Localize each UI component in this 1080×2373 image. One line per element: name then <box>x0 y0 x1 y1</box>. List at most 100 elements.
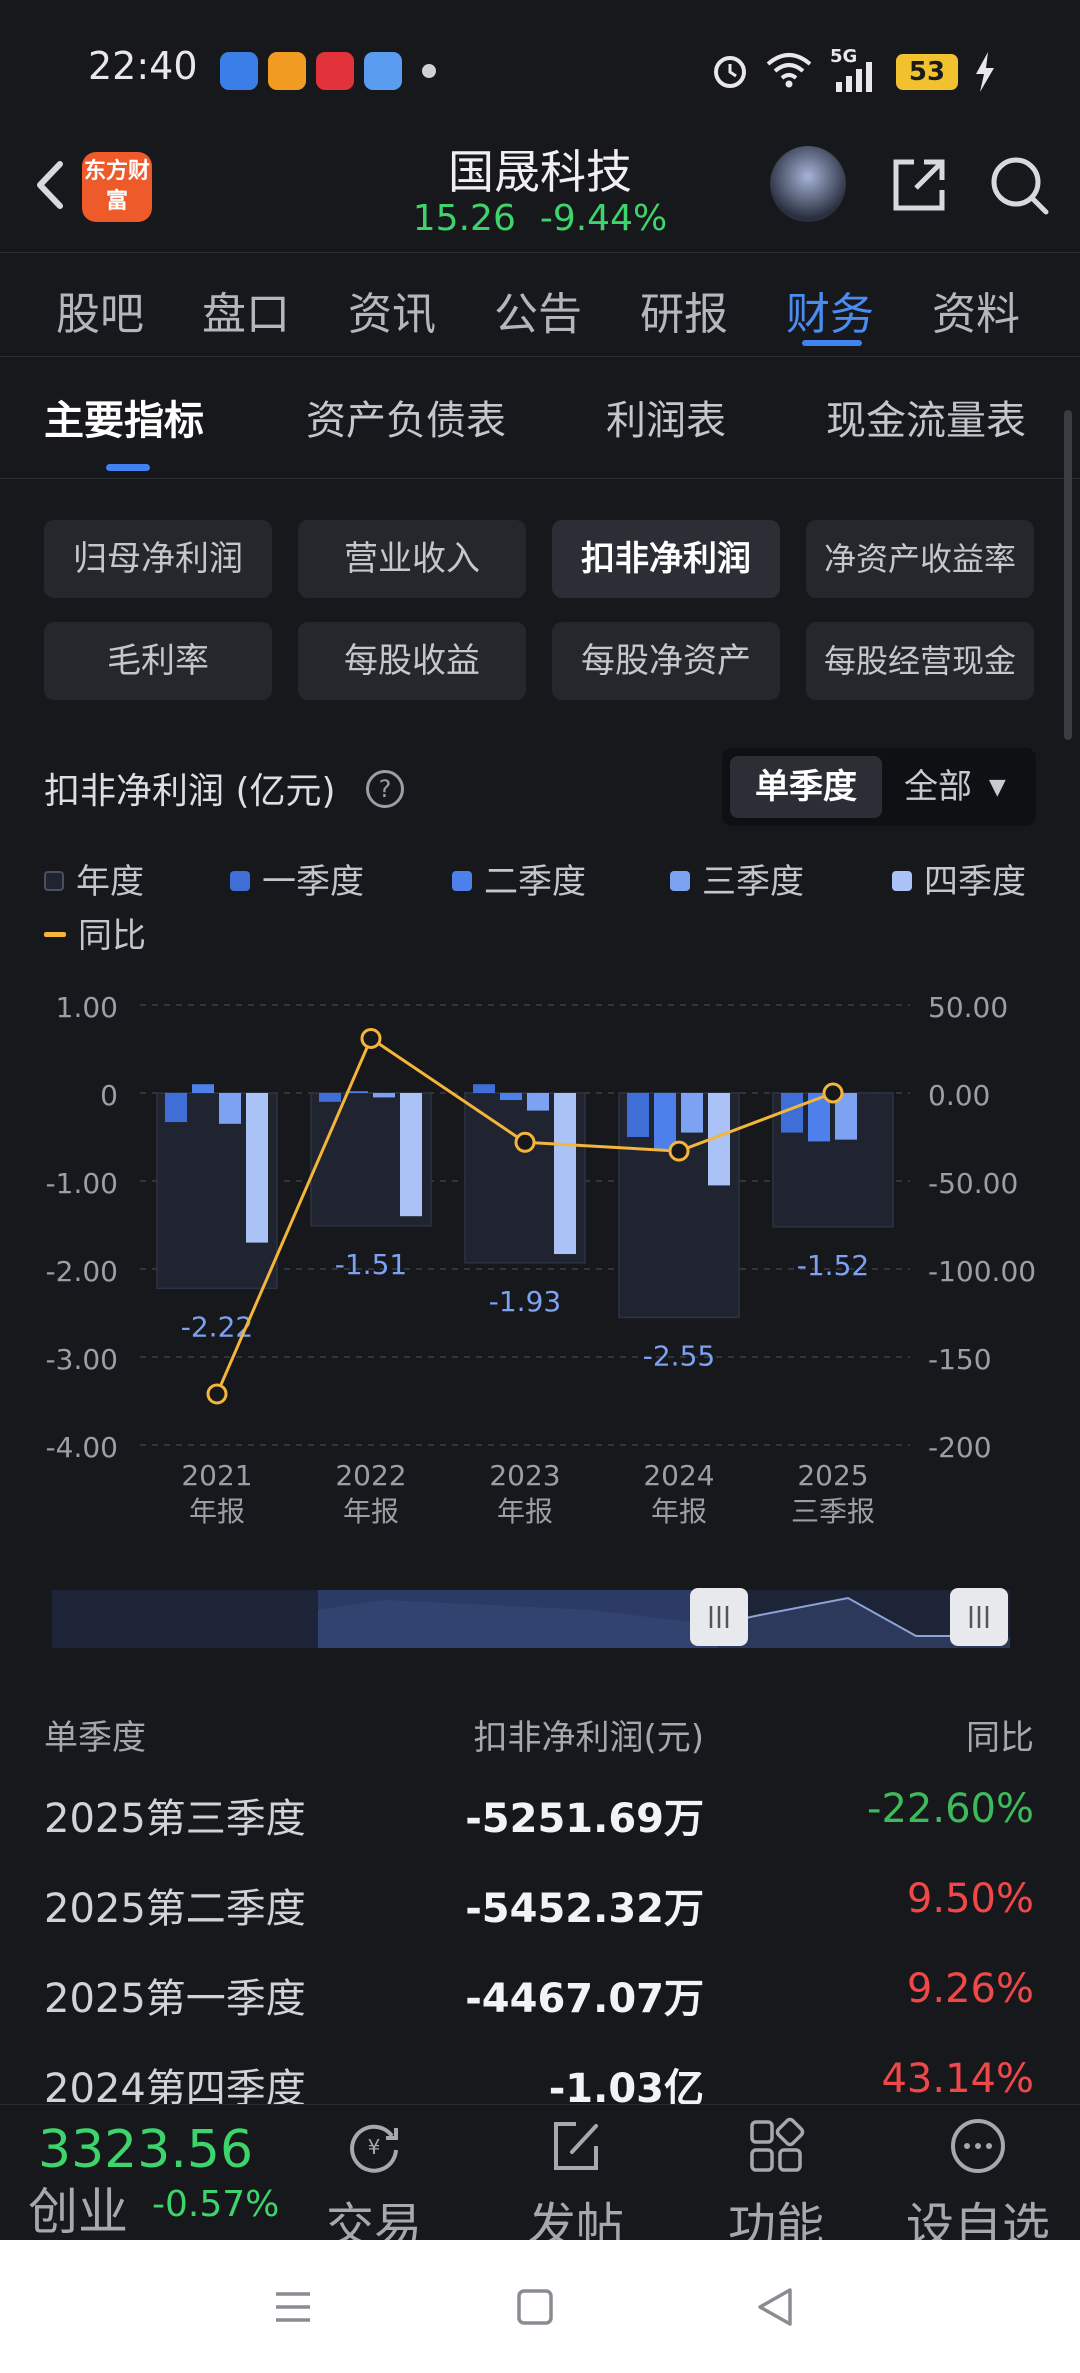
index-ticker[interactable]: 3323.56 创业 -0.57% <box>0 2104 320 2241</box>
subtab-income-statement[interactable]: 利润表 <box>606 388 726 446</box>
table-row[interactable]: 2024第四季度 -1.03亿 43.14% <box>0 2056 1080 2104</box>
period-quarterly-button[interactable]: 单季度 <box>730 756 882 818</box>
apps-icon[interactable] <box>746 2116 806 2176</box>
legend-label: 四季度 <box>924 862 1026 902</box>
quarter-bar <box>500 1093 522 1101</box>
chip-deducted-net-profit[interactable]: 扣非净利润 <box>552 520 780 598</box>
annual-data-label: -1.93 <box>489 1285 561 1318</box>
y-tick-left: 0 <box>100 1079 118 1112</box>
chip-roe[interactable]: 净资产收益率 <box>806 520 1034 598</box>
home-icon[interactable] <box>512 2284 558 2330</box>
range-slider[interactable] <box>0 1580 1080 1660</box>
legend-q2[interactable]: 二季度 <box>452 854 586 903</box>
quarter-bar <box>554 1093 576 1255</box>
y-tick-left: -3.00 <box>46 1343 118 1376</box>
table-row[interactable]: 2025第三季度 -5251.69万 -22.60% <box>0 1786 1080 1876</box>
chip-parent-net-profit[interactable]: 归母净利润 <box>44 520 272 598</box>
back-icon[interactable] <box>22 150 82 220</box>
legend-q1[interactable]: 一季度 <box>230 854 364 903</box>
legend-yoy[interactable]: 同比 <box>44 908 146 957</box>
legend-swatch <box>452 871 472 891</box>
chip-eps[interactable]: 每股收益 <box>298 622 526 700</box>
annual-data-label: -1.51 <box>335 1248 407 1281</box>
quarter-bar <box>400 1093 422 1217</box>
x-tick-label: 2023 <box>489 1459 560 1492</box>
chip-gross-margin[interactable]: 毛利率 <box>44 622 272 700</box>
search-icon[interactable] <box>984 150 1054 220</box>
y-tick-right: 0.00 <box>928 1079 990 1112</box>
assistant-avatar-icon[interactable] <box>770 146 846 222</box>
range-handle-right[interactable] <box>950 1588 1008 1646</box>
weather-icon <box>364 52 402 90</box>
row-period: 2025第三季度 <box>44 1796 306 1842</box>
chevron-down-icon: ▼ <box>988 775 1006 800</box>
status-bar: 22:40 5G 53 <box>0 0 1080 140</box>
table-header-period: 单季度 <box>44 1718 146 1758</box>
legend-label: 年度 <box>76 862 144 902</box>
tab-guba[interactable]: 股吧 <box>56 278 144 342</box>
legend-swatch <box>230 871 250 891</box>
more-icon[interactable] <box>948 2116 1008 2176</box>
row-value: -5452.32万 <box>465 1886 704 1932</box>
row-yoy: 9.26% <box>906 1966 1034 2012</box>
legend-q3[interactable]: 三季度 <box>670 854 804 903</box>
subtab-key-metrics[interactable]: 主要指标 <box>44 388 204 446</box>
menu-icon[interactable] <box>270 2284 316 2330</box>
app-notification-icon <box>220 52 258 90</box>
active-subtab-indicator <box>106 464 150 471</box>
chip-revenue[interactable]: 营业收入 <box>298 520 526 598</box>
annual-data-label: -1.52 <box>797 1249 869 1282</box>
scrollbar[interactable] <box>1064 410 1072 740</box>
quarter-bar <box>373 1093 395 1098</box>
row-yoy: 9.50% <box>906 1876 1034 1922</box>
y-tick-right: -150 <box>928 1343 992 1376</box>
yoy-point <box>360 1027 382 1049</box>
legend-swatch <box>670 871 690 891</box>
legend-q4[interactable]: 四季度 <box>892 854 1026 903</box>
x-tick-label: 三季报 <box>791 1495 875 1528</box>
share-icon[interactable] <box>884 150 954 220</box>
active-tab-indicator <box>802 340 862 346</box>
y-tick-left: -2.00 <box>46 1255 118 1288</box>
quarter-bar <box>165 1093 187 1123</box>
chart-title: 扣非净利润 (亿元) <box>44 771 336 812</box>
table-row[interactable]: 2025第二季度 -5452.32万 9.50% <box>0 1876 1080 1966</box>
y-tick-right: 50.00 <box>928 991 1008 1024</box>
tab-news[interactable]: 资讯 <box>348 278 436 342</box>
yoy-point <box>514 1131 536 1153</box>
table-row[interactable]: 2025第一季度 -4467.07万 9.26% <box>0 1966 1080 2056</box>
y-tick-right: -50.00 <box>928 1167 1018 1200</box>
tab-pankou[interactable]: 盘口 <box>202 278 290 342</box>
range-handle-left[interactable] <box>690 1588 748 1646</box>
table-header-yoy: 同比 <box>966 1718 1034 1758</box>
more-notifications-icon <box>422 64 436 78</box>
annual-data-label: -2.55 <box>643 1339 715 1372</box>
profit-chart[interactable]: 1.00 50.00 0 0.00 -1.00 -50.00 -2.00 -100.00 -3.… <box>0 960 1080 1540</box>
chip-bvps[interactable]: 每股净资产 <box>552 622 780 700</box>
tab-research[interactable]: 研报 <box>640 278 728 342</box>
post-icon[interactable] <box>546 2116 606 2176</box>
back-nav-icon[interactable] <box>752 2284 798 2330</box>
subtab-balance-sheet[interactable]: 资产负债表 <box>306 388 506 446</box>
battery-indicator: 53 <box>896 54 958 90</box>
legend-annual[interactable]: 年度 <box>44 854 144 903</box>
index-change: -0.57% <box>152 2184 280 2225</box>
quarter-bar <box>246 1093 268 1243</box>
tab-announcements[interactable]: 公告 <box>494 278 582 342</box>
trade-icon[interactable]: ¥ <box>344 2116 404 2176</box>
stock-quote: 15.26 -9.44% <box>340 198 740 239</box>
period-all-dropdown[interactable]: 全部 ▼ <box>904 756 1034 818</box>
period-all-label: 全部 <box>904 767 972 807</box>
row-value: -1.03亿 <box>548 2066 704 2104</box>
quarter-bar <box>654 1093 676 1151</box>
tab-profile[interactable]: 资料 <box>932 278 1020 342</box>
help-icon[interactable]: ? <box>366 770 404 808</box>
legend-swatch <box>44 932 66 937</box>
tab-finance[interactable]: 财务 <box>786 278 874 342</box>
quarter-bar <box>319 1093 341 1102</box>
row-value: -5251.69万 <box>465 1796 704 1842</box>
chip-operating-cash-per-share[interactable]: 每股经营现金 <box>806 622 1034 700</box>
stock-price: 15.26 <box>412 198 516 239</box>
subtab-cash-flow[interactable]: 现金流量表 <box>826 388 1026 446</box>
x-tick-label: 2025 <box>797 1459 868 1492</box>
